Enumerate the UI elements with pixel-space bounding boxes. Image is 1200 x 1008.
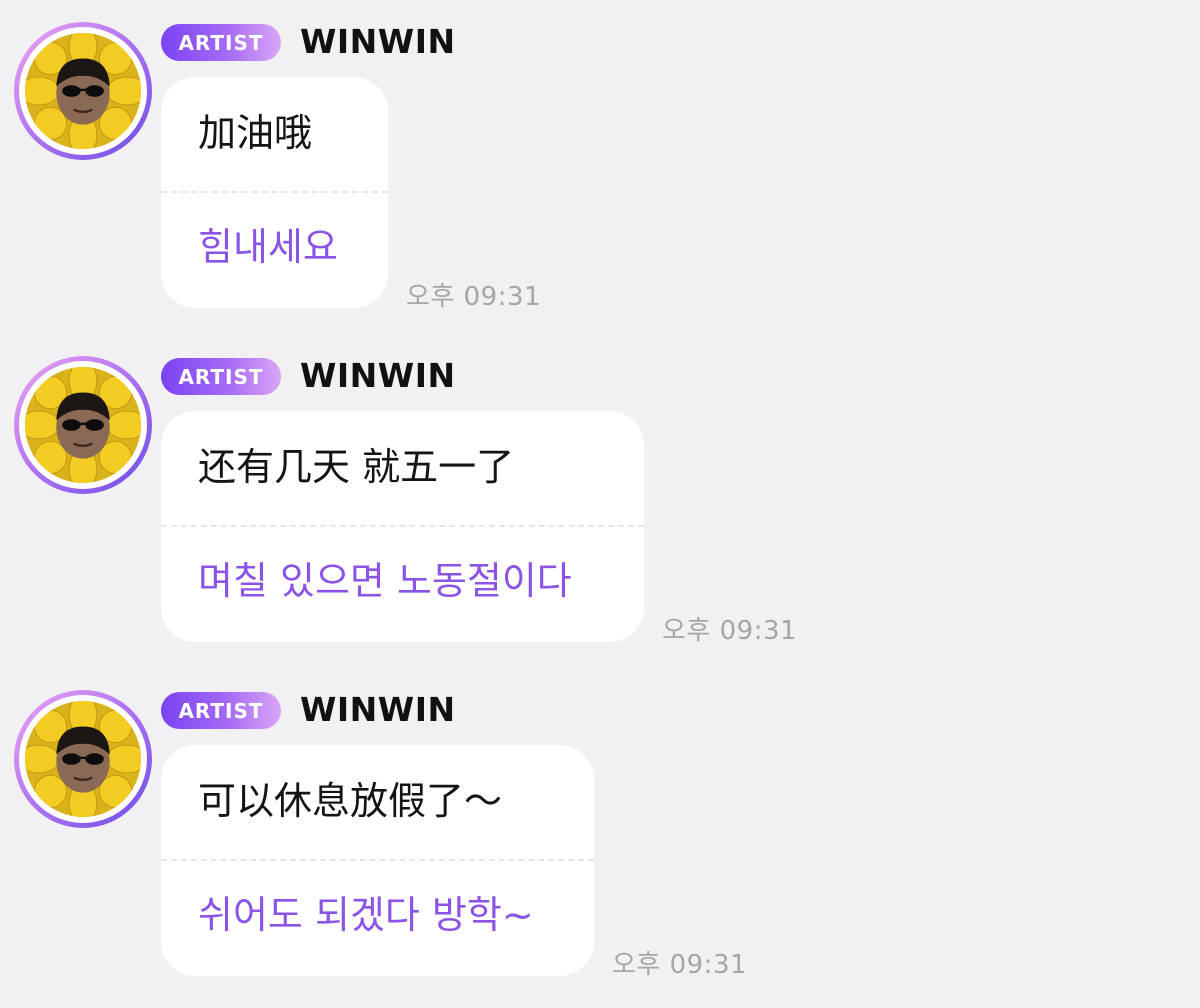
- message-timestamp: 오후 09:31: [406, 282, 542, 312]
- sender-name[interactable]: WINWIN: [300, 22, 456, 62]
- message-original-text: 可以休息放假了～: [198, 779, 503, 823]
- translation-divider: [161, 525, 644, 527]
- message-bubble[interactable]: 可以休息放假了～ 쉬어도 되겠다 방학~: [161, 745, 594, 976]
- message-timestamp: 오후 09:31: [612, 950, 748, 980]
- artist-badge: ARTIST: [161, 358, 281, 395]
- sunflower-avatar-icon: [25, 367, 141, 483]
- avatar-image: [25, 367, 141, 483]
- chat-message: ARTIST WINWIN 可以休息放假了～ 쉬어도 되겠다 방학~ 오후 09…: [0, 668, 1200, 980]
- avatar-image: [25, 701, 141, 817]
- translation-divider: [161, 191, 388, 193]
- message-translation-text: 며칠 있으면 노동절이다: [198, 559, 572, 603]
- avatar[interactable]: [14, 356, 152, 494]
- sunflower-avatar-icon: [25, 33, 141, 149]
- sunflower-avatar-icon: [25, 701, 141, 817]
- message-translation-text: 쉬어도 되겠다 방학~: [198, 893, 534, 937]
- avatar[interactable]: [14, 22, 152, 160]
- message-translation-text: 힘내세요: [198, 225, 338, 269]
- sender-name[interactable]: WINWIN: [300, 356, 456, 396]
- sender-name[interactable]: WINWIN: [300, 690, 456, 730]
- avatar-image: [25, 33, 141, 149]
- translation-divider: [161, 859, 594, 861]
- message-original-text: 还有几天 就五一了: [198, 445, 515, 489]
- message-original-text: 加油哦: [198, 111, 313, 155]
- message-bubble[interactable]: 还有几天 就五一了 며칠 있으면 노동절이다: [161, 411, 644, 642]
- avatar[interactable]: [14, 690, 152, 828]
- message-timestamp: 오후 09:31: [662, 616, 798, 646]
- message-bubble[interactable]: 加油哦 힘내세요: [161, 77, 388, 308]
- artist-badge: ARTIST: [161, 24, 281, 61]
- artist-badge: ARTIST: [161, 692, 281, 729]
- chat-message: ARTIST WINWIN 还有几天 就五一了 며칠 있으면 노동절이다 오후 …: [0, 334, 1200, 646]
- chat-message: ARTIST WINWIN 加油哦 힘내세요 오후 09:31: [0, 0, 1200, 312]
